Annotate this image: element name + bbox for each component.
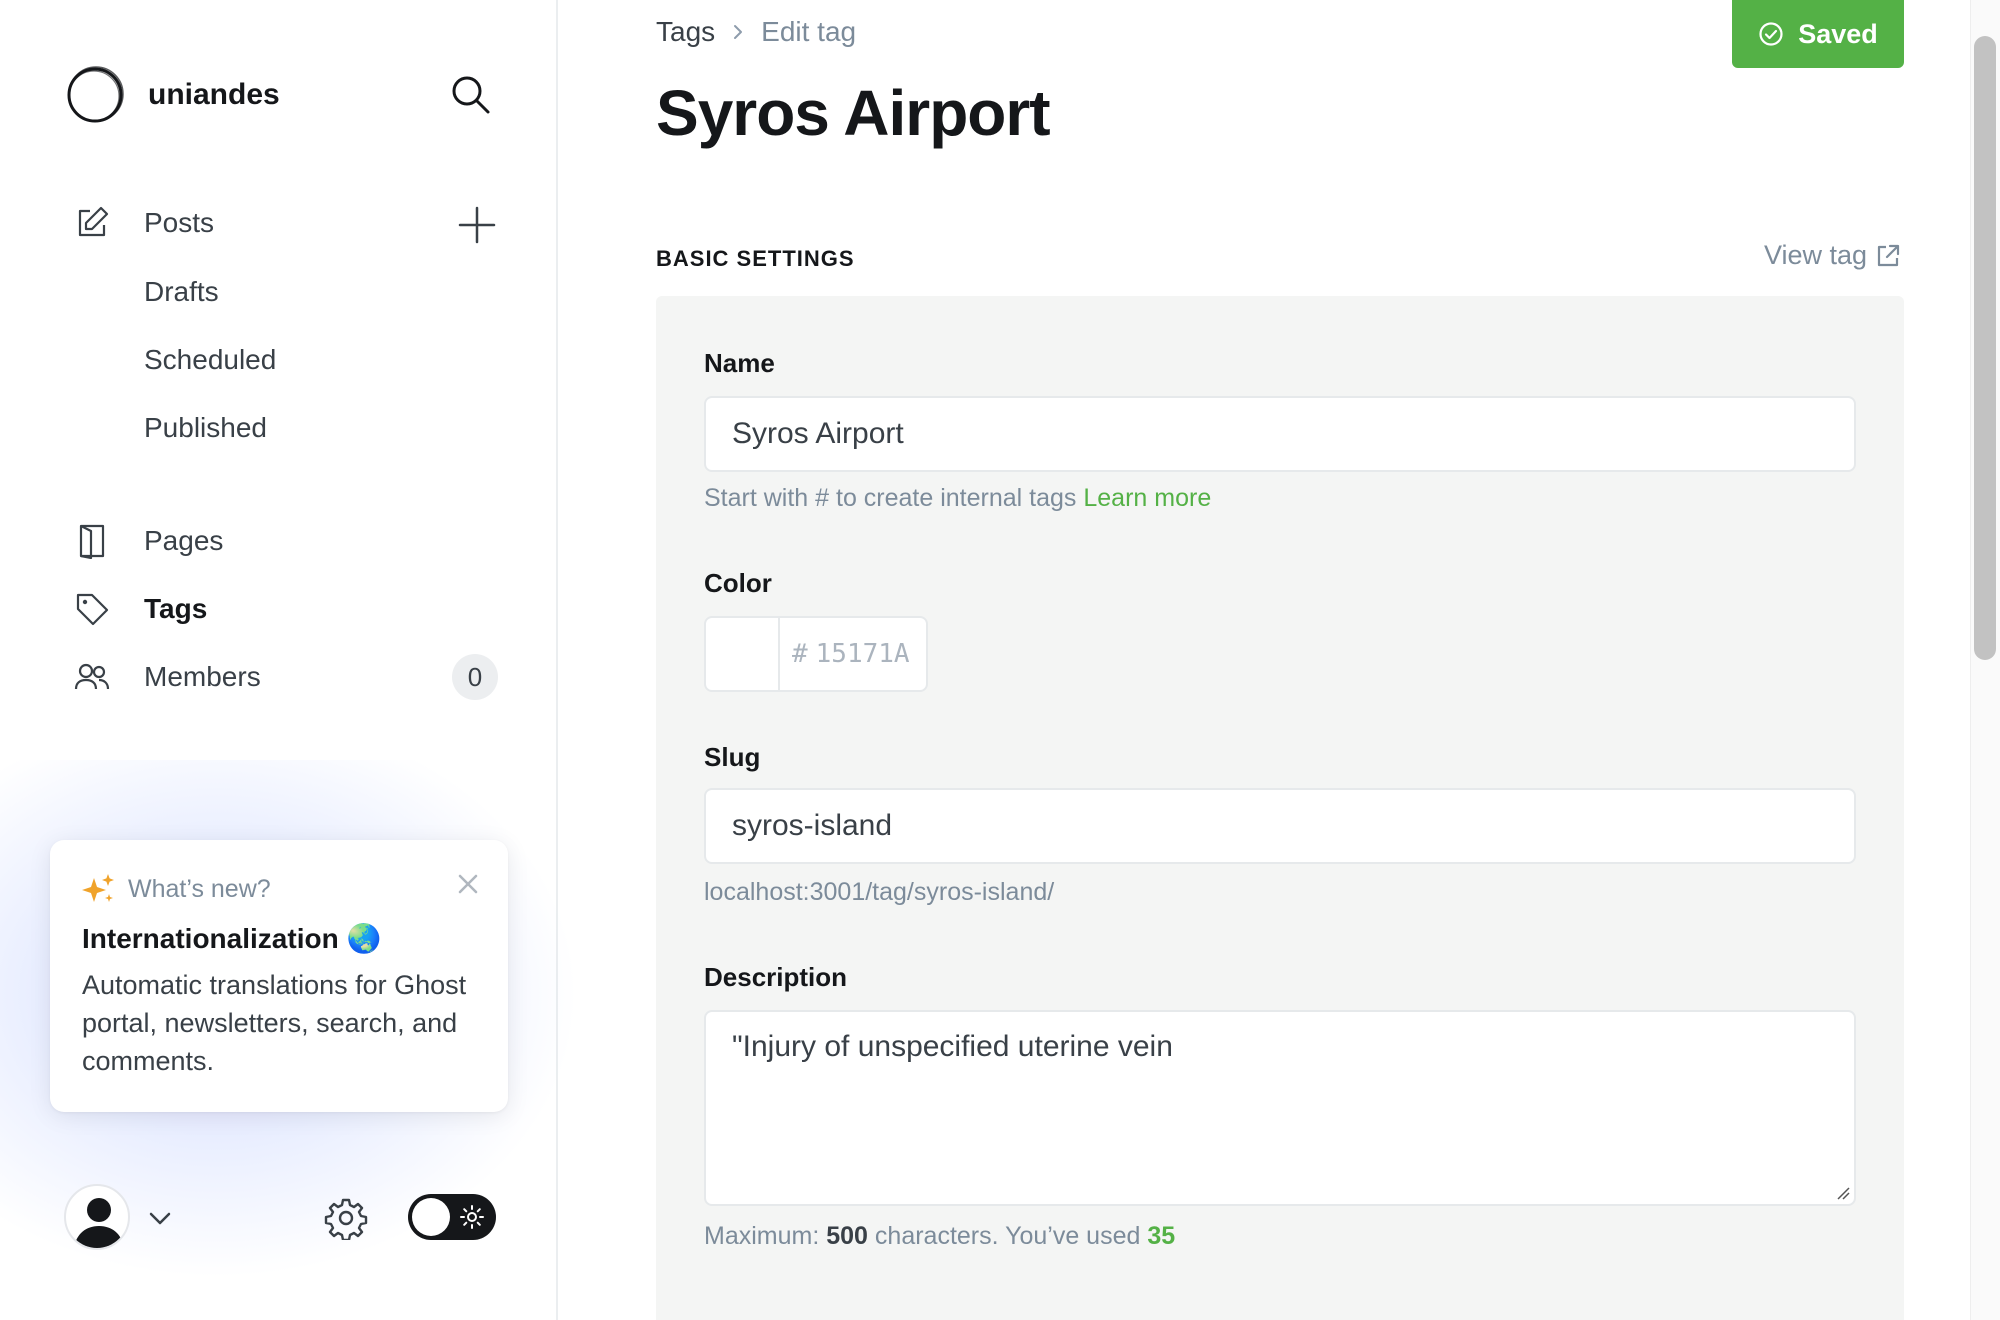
whats-new-header: What’s new? xyxy=(82,872,271,906)
desc-hint-middle: characters. You’ve used xyxy=(874,1222,1141,1250)
slug-label: Slug xyxy=(704,742,761,772)
theme-toggle[interactable] xyxy=(408,1194,496,1240)
external-link-icon xyxy=(1877,244,1900,266)
whats-new-card[interactable]: What’s new? Internationalization 🌏 Autom… xyxy=(50,840,508,1112)
toggle-knob xyxy=(412,1198,450,1236)
whats-new-body: Automatic translations for Ghost portal,… xyxy=(82,970,467,1076)
breadcrumb: Tags Edit tag xyxy=(656,16,856,48)
desc-hint-prefix: Maximum: xyxy=(704,1222,820,1250)
description-hint: Maximum: 500 characters. You’ve used 35 xyxy=(704,1222,1175,1251)
chevron-right-icon xyxy=(734,25,743,39)
breadcrumb-tags-link[interactable]: Tags xyxy=(656,16,715,48)
tag-icon xyxy=(72,589,112,629)
whats-new-title: Internationalization 🌏 xyxy=(82,923,382,954)
sidebar-item-scheduled[interactable]: Scheduled xyxy=(144,344,276,376)
sidebar-item-drafts[interactable]: Drafts xyxy=(144,276,219,308)
view-tag-link[interactable]: View tag xyxy=(1764,240,1901,271)
sidebar-item-posts[interactable]: Posts xyxy=(72,198,214,248)
color-swatch[interactable] xyxy=(706,618,780,690)
page-title: Syros Airport xyxy=(656,77,1051,149)
sidebar-item-published[interactable]: Published xyxy=(144,412,267,444)
add-post-icon[interactable] xyxy=(456,204,498,246)
color-label: Color xyxy=(704,568,772,598)
members-icon xyxy=(72,657,112,697)
members-count-badge: 0 xyxy=(452,654,498,700)
sidebar-item-label: Tags xyxy=(144,593,208,624)
search-icon[interactable] xyxy=(448,72,492,116)
name-hint-text: Start with # to create internal tags xyxy=(704,484,1077,512)
brand[interactable]: uniandes xyxy=(64,64,280,126)
chevron-down-icon[interactable] xyxy=(146,1204,174,1232)
user-icon xyxy=(74,1198,124,1248)
check-circle-icon xyxy=(1759,22,1783,46)
main-content: Tags Edit tag Syros Airport Saved BASIC … xyxy=(558,0,1970,1320)
page-icon xyxy=(72,521,112,561)
sidebar: uniandes Posts Drafts Scheduled Publishe… xyxy=(0,0,580,1320)
sidebar-item-members[interactable]: Members xyxy=(72,652,261,702)
app-window: uniandes Posts Drafts Scheduled Publishe… xyxy=(0,0,2000,1320)
sidebar-item-label: Posts xyxy=(144,207,215,238)
description-label: Description xyxy=(704,962,848,992)
desc-hint-max: 500 xyxy=(826,1222,868,1250)
avatar[interactable] xyxy=(64,1184,130,1250)
gear-icon[interactable] xyxy=(324,1196,368,1240)
saved-button[interactable]: Saved xyxy=(1732,0,1904,68)
scrollbar-thumb[interactable] xyxy=(1974,36,1996,660)
site-logo-icon xyxy=(67,66,124,123)
sidebar-item-pages[interactable]: Pages xyxy=(72,516,223,566)
sparkles-icon xyxy=(82,874,114,902)
color-hash: # xyxy=(792,639,808,669)
sidebar-item-tags[interactable]: Tags xyxy=(72,584,207,634)
saved-button-label: Saved xyxy=(1798,18,1878,49)
resize-grip-icon[interactable] xyxy=(1834,1184,1850,1200)
learn-more-link[interactable]: Learn more xyxy=(1083,484,1211,512)
section-title: BASIC SETTINGS xyxy=(656,246,855,271)
desc-hint-used: 35 xyxy=(1147,1222,1176,1250)
pencil-square-icon xyxy=(72,203,112,243)
breadcrumb-current: Edit tag xyxy=(761,16,857,47)
description-textarea[interactable]: "Injury of unspecified uterine vein xyxy=(704,1010,1856,1206)
slug-input[interactable]: syros-island xyxy=(704,788,1856,864)
whats-new-kicker: What’s new? xyxy=(128,874,271,903)
name-label: Name xyxy=(704,348,775,378)
site-name: uniandes xyxy=(148,78,280,111)
sun-icon xyxy=(460,1205,484,1229)
color-input[interactable]: # 15171A xyxy=(704,616,928,692)
name-hint: Start with # to create internal tags Lea… xyxy=(704,484,1211,513)
view-tag-label: View tag xyxy=(1764,240,1868,270)
color-value[interactable]: # 15171A xyxy=(780,618,910,690)
close-icon[interactable] xyxy=(454,870,482,898)
color-placeholder: 15171A xyxy=(815,639,910,669)
name-input[interactable]: Syros Airport xyxy=(704,396,1856,472)
sidebar-item-label: Members xyxy=(144,661,261,692)
description-text: "Injury of unspecified uterine vein xyxy=(732,1030,1173,1063)
sidebar-item-label: Pages xyxy=(144,525,224,556)
slug-url: localhost:3001/tag/syros-island/ xyxy=(704,878,1055,906)
basic-settings-panel: Name Syros Airport Start with # to creat… xyxy=(656,296,1904,1320)
